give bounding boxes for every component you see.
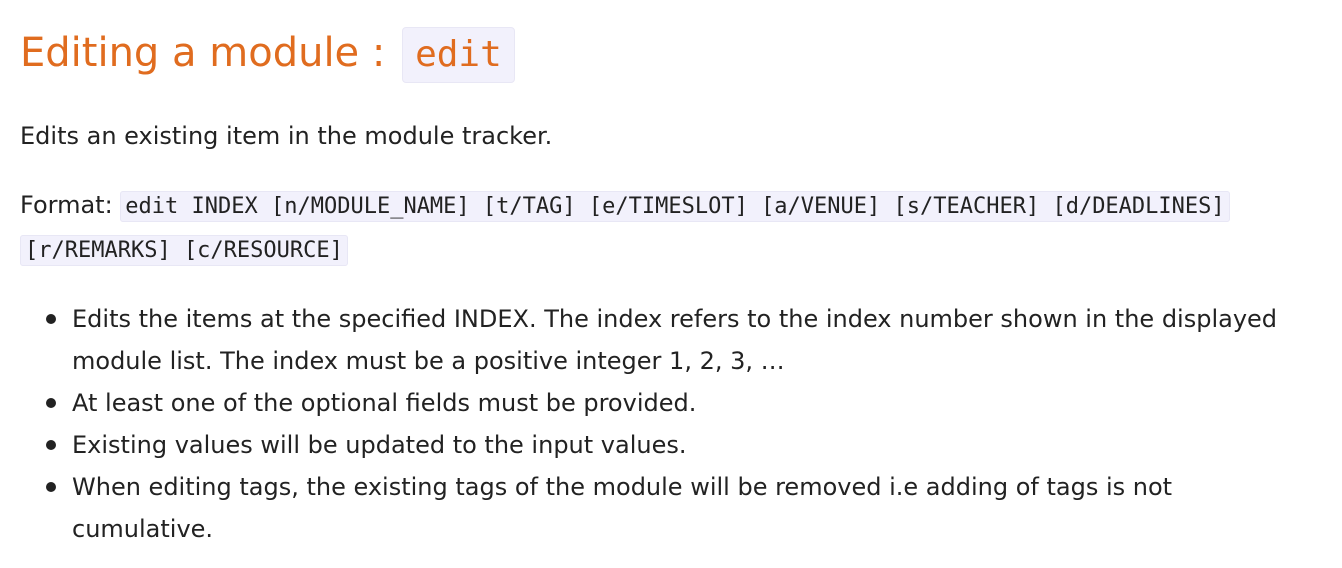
list-item: Existing values will be updated to the i… [46,424,1320,466]
note-text: Existing values will be updated to the i… [72,431,687,459]
note-text: At least one of the optional fields must… [72,389,697,417]
bullet-icon [46,482,56,492]
list-item: Edits the items at the specified INDEX. … [46,298,1320,382]
user-guide-section: Editing a module : edit Edits an existin… [0,0,1342,568]
format-code: edit INDEX [n/MODULE_NAME] [t/TAG] [e/TI… [20,191,1230,266]
format-label: Format: [20,191,121,219]
format-line: Format: edit INDEX [n/MODULE_NAME] [t/TA… [20,184,1320,272]
command-code: edit [402,27,515,83]
bullet-icon [46,314,56,324]
section-title: Editing a module : [20,30,399,76]
notes-list: Edits the items at the specified INDEX. … [20,298,1320,550]
list-item: When editing tags, the existing tags of … [46,466,1320,550]
bullet-icon [46,398,56,408]
command-description: Edits an existing item in the module tra… [20,122,553,150]
list-item: At least one of the optional fields must… [46,382,1320,424]
bullet-icon [46,440,56,450]
section-heading: Editing a module : edit [20,24,515,83]
note-text: Edits the items at the specified INDEX. … [72,305,1278,375]
note-text: When editing tags, the existing tags of … [72,473,1173,543]
